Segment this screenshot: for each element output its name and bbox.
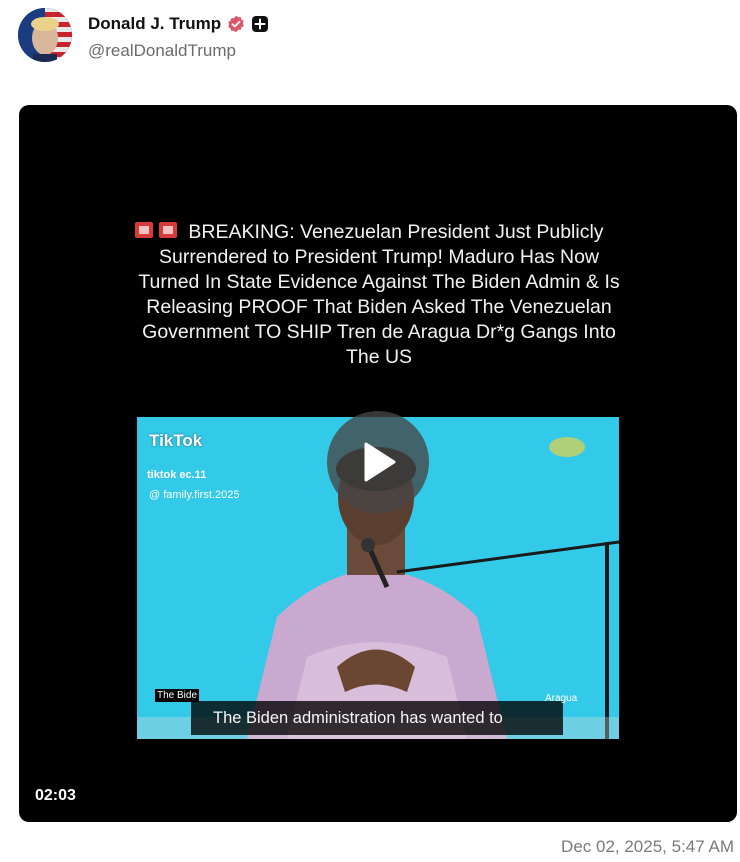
play-icon	[364, 442, 396, 482]
avatar-image	[18, 8, 72, 62]
post-timestamp[interactable]: Dec 02, 2025, 5:47 AM	[561, 837, 734, 857]
avatar[interactable]	[18, 8, 72, 62]
tiktok-watermark-handle-secondary: @ family.first.2025	[149, 489, 240, 501]
post-header: Donald J. Trump @realDonaldTrump	[18, 8, 722, 70]
plus-badge-icon	[251, 15, 269, 33]
author-handle[interactable]: @realDonaldTrump	[88, 41, 236, 61]
tiktok-logo: TikTok	[149, 431, 203, 450]
video-caption: BREAKING: Venezuelan President Just Publ…	[138, 221, 620, 368]
subtitle-fragment-right: Aragua	[545, 693, 578, 704]
video-duration: 02:03	[35, 787, 76, 804]
verified-badge-icon	[227, 15, 245, 33]
author-display-name[interactable]: Donald J. Trump	[88, 14, 221, 34]
tiktok-watermark-handle: tiktok ec.11	[147, 469, 207, 481]
author-name-row: Donald J. Trump	[88, 12, 269, 36]
video-player[interactable]: BREAKING: Venezuelan President Just Publ…	[19, 105, 737, 822]
video-subtitle: The Biden administration has wanted to	[191, 701, 563, 735]
play-button[interactable]	[327, 411, 429, 513]
